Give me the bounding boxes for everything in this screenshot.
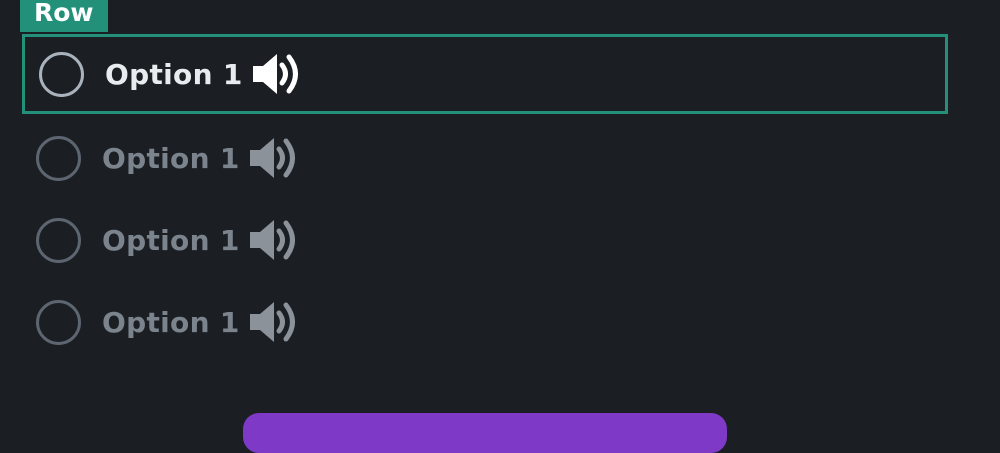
speaker-icon[interactable] <box>251 51 303 97</box>
radio-button[interactable] <box>36 217 81 263</box>
radio-button[interactable] <box>36 135 81 181</box>
option-label: Option 1 <box>102 223 240 257</box>
option-2[interactable]: Option 1 <box>22 118 948 198</box>
option-label: Option 1 <box>102 141 240 175</box>
radio-button[interactable] <box>39 51 84 97</box>
submit-button[interactable] <box>243 413 727 453</box>
speaker-icon[interactable] <box>248 135 300 181</box>
radio-button[interactable] <box>36 299 81 345</box>
option-3[interactable]: Option 1 <box>22 200 948 280</box>
speaker-icon[interactable] <box>248 299 300 345</box>
option-label: Option 1 <box>105 57 243 91</box>
speaker-icon[interactable] <box>248 217 300 263</box>
option-label: Option 1 <box>102 305 240 339</box>
row-tag-label: Row <box>34 0 94 27</box>
option-4[interactable]: Option 1 <box>22 282 948 362</box>
row-tag: Row <box>20 0 108 32</box>
option-1[interactable]: Option 1 <box>22 34 948 114</box>
